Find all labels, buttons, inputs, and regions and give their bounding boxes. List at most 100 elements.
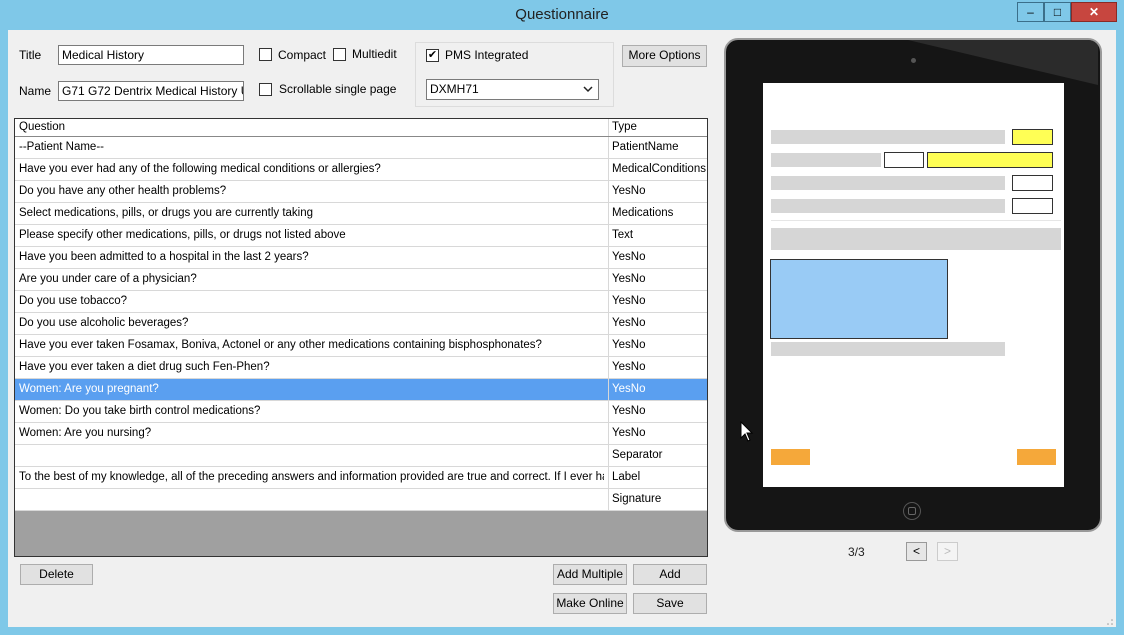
table-row[interactable]: To the best of my knowledge, all of the … (15, 467, 707, 489)
preview-placeholder-bar (771, 153, 881, 167)
table-row[interactable]: Have you been admitted to a hospital in … (15, 247, 707, 269)
preview-image-block (770, 259, 948, 339)
type-cell[interactable]: YesNo (612, 383, 707, 395)
column-divider (608, 291, 609, 312)
question-cell[interactable]: Please specify other medications, pills,… (19, 229, 604, 241)
column-divider (608, 313, 609, 334)
question-cell[interactable]: Have you ever taken a diet drug such Fen… (19, 361, 604, 373)
type-cell[interactable]: Medications (612, 207, 707, 219)
preview-back-button (771, 449, 810, 465)
column-divider (608, 489, 609, 510)
compact-checkbox[interactable] (259, 48, 272, 61)
table-row[interactable]: Women: Are you nursing? YesNo (15, 423, 707, 445)
preview-screen[interactable] (763, 83, 1064, 487)
question-cell[interactable]: To the best of my knowledge, all of the … (19, 471, 604, 483)
next-page-button[interactable]: > (937, 542, 958, 561)
checkmark-icon: ✔ (427, 49, 438, 61)
table-row[interactable]: Separator (15, 445, 707, 467)
type-cell[interactable]: Signature (612, 493, 707, 505)
question-cell[interactable]: Do you use alcoholic beverages? (19, 317, 604, 329)
question-cell[interactable]: Women: Are you nursing? (19, 427, 604, 439)
client-area: Title Medical History Name G71 G72 Dentr… (8, 30, 1116, 627)
question-cell[interactable]: Have you ever taken Fosamax, Boniva, Act… (19, 339, 604, 351)
make-online-button[interactable]: Make Online (553, 593, 627, 614)
grid-header: Question Type (15, 119, 707, 137)
question-column-header[interactable]: Question (19, 121, 65, 133)
column-divider (608, 247, 609, 268)
maximize-button[interactable]: □ (1044, 2, 1071, 22)
resize-grip-icon[interactable] (1106, 615, 1114, 625)
table-row[interactable]: Signature (15, 489, 707, 511)
preview-placeholder-bar (771, 228, 1061, 250)
question-cell[interactable]: Select medications, pills, or drugs you … (19, 207, 604, 219)
question-cell[interactable]: Women: Do you take birth control medicat… (19, 405, 604, 417)
table-row[interactable]: Do you use alcoholic beverages? YesNo (15, 313, 707, 335)
title-bar[interactable]: Questionnaire ‒ □ ✕ (0, 0, 1124, 30)
table-row[interactable]: --Patient Name-- PatientName (15, 137, 707, 159)
preview-input-field (1012, 198, 1053, 214)
table-row[interactable]: Please specify other medications, pills,… (15, 225, 707, 247)
type-cell[interactable]: YesNo (612, 339, 707, 351)
type-cell[interactable]: YesNo (612, 317, 707, 329)
question-cell[interactable]: Are you under care of a physician? (19, 273, 604, 285)
add-multiple-button[interactable]: Add Multiple (553, 564, 627, 585)
save-button[interactable]: Save (633, 593, 707, 614)
type-cell[interactable]: YesNo (612, 185, 707, 197)
question-cell[interactable]: Have you been admitted to a hospital in … (19, 251, 604, 263)
question-cell[interactable]: --Patient Name-- (19, 141, 604, 153)
chevron-down-icon (583, 80, 593, 99)
question-cell[interactable]: Women: Are you pregnant? (19, 383, 604, 395)
prev-page-button[interactable]: < (906, 542, 927, 561)
scrollable-checkbox[interactable] (259, 83, 272, 96)
type-cell[interactable]: YesNo (612, 251, 707, 263)
column-divider (608, 203, 609, 224)
type-cell[interactable]: YesNo (612, 361, 707, 373)
delete-button[interactable]: Delete (20, 564, 93, 585)
type-cell[interactable]: Label (612, 471, 707, 483)
preview-input-field (884, 152, 924, 168)
table-row[interactable]: Have you ever taken a diet drug such Fen… (15, 357, 707, 379)
home-button-glyph (908, 507, 916, 515)
type-cell[interactable]: Text (612, 229, 707, 241)
type-cell[interactable]: YesNo (612, 295, 707, 307)
pms-form-select[interactable]: DXMH71 (426, 79, 599, 100)
minimize-button[interactable]: ‒ (1017, 2, 1044, 22)
pms-select-value: DXMH71 (430, 82, 479, 96)
more-options-button[interactable]: More Options (622, 45, 707, 67)
column-divider (608, 379, 609, 400)
type-cell[interactable]: YesNo (612, 405, 707, 417)
table-row[interactable]: Have you ever had any of the following m… (15, 159, 707, 181)
table-row[interactable]: Do you use tobacco? YesNo (15, 291, 707, 313)
type-cell[interactable]: YesNo (612, 273, 707, 285)
table-row[interactable]: Women: Are you pregnant? YesNo (15, 379, 707, 401)
type-cell[interactable]: PatientName (612, 141, 707, 153)
type-column-header[interactable]: Type (612, 121, 637, 133)
multiedit-label: Multiedit (352, 47, 397, 61)
preview-highlight-field (1012, 129, 1053, 145)
type-cell[interactable]: Separator (612, 449, 707, 461)
question-cell[interactable]: Have you ever had any of the following m… (19, 163, 604, 175)
table-row[interactable]: Do you have any other health problems? Ye… (15, 181, 707, 203)
type-cell[interactable]: MedicalConditions (612, 163, 707, 175)
question-cell[interactable]: Do you use tobacco? (19, 295, 604, 307)
multiedit-checkbox[interactable] (333, 48, 346, 61)
table-row[interactable]: Select medications, pills, or drugs you … (15, 203, 707, 225)
preview-placeholder-bar (771, 199, 1005, 213)
title-input[interactable]: Medical History (58, 45, 244, 65)
table-row[interactable]: Have you ever taken Fosamax, Boniva, Act… (15, 335, 707, 357)
table-row[interactable]: Are you under care of a physician? YesNo (15, 269, 707, 291)
preview-divider (771, 220, 1061, 221)
add-button[interactable]: Add (633, 564, 707, 585)
close-button[interactable]: ✕ (1071, 2, 1117, 22)
tablet-preview (724, 38, 1102, 532)
name-input[interactable]: G71 G72 Dentrix Medical History Upda (58, 81, 244, 101)
pms-integrated-checkbox[interactable]: ✔ (426, 49, 439, 62)
window-title: Questionnaire (515, 6, 609, 23)
column-divider (608, 401, 609, 422)
type-cell[interactable]: YesNo (612, 427, 707, 439)
page-indicator: 3/3 (848, 545, 865, 559)
table-row[interactable]: Women: Do you take birth control medicat… (15, 401, 707, 423)
question-cell[interactable]: Do you have any other health problems? (19, 185, 604, 197)
questions-grid[interactable]: Question Type --Patient Name-- PatientNam… (14, 118, 708, 557)
column-divider (608, 445, 609, 466)
